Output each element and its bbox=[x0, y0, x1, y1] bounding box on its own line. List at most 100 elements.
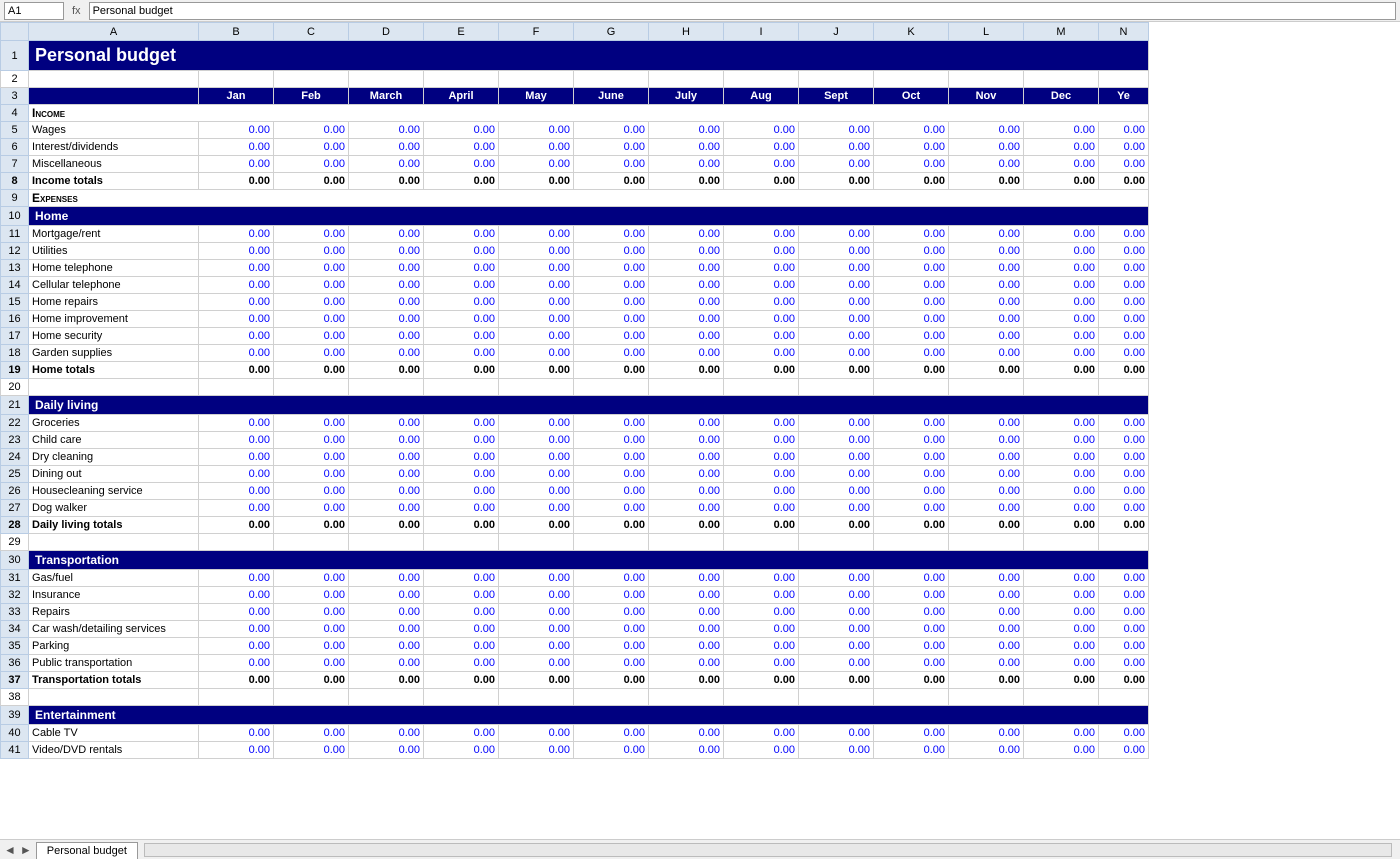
cell-total-value[interactable]: 0.00 bbox=[424, 517, 499, 534]
cell-total-value[interactable]: 0.00 bbox=[1024, 173, 1099, 190]
cell-value[interactable]: 0.00 bbox=[274, 742, 349, 759]
cell-value[interactable]: 0.00 bbox=[949, 277, 1024, 294]
cell-value[interactable]: 0.00 bbox=[724, 226, 799, 243]
cell-value[interactable]: 0.00 bbox=[874, 345, 949, 362]
cell-value[interactable]: 0.00 bbox=[499, 483, 574, 500]
cell-value[interactable]: 0.00 bbox=[1099, 725, 1149, 742]
cell-value[interactable]: 0.00 bbox=[349, 243, 424, 260]
cell-value[interactable]: 0.00 bbox=[499, 345, 574, 362]
cell-value[interactable]: 0.00 bbox=[199, 500, 274, 517]
cell-total-value[interactable]: 0.00 bbox=[199, 362, 274, 379]
cell-value[interactable]: 0.00 bbox=[199, 621, 274, 638]
cell-value[interactable]: 0.00 bbox=[799, 226, 874, 243]
cell-total-value[interactable]: 0.00 bbox=[199, 517, 274, 534]
cell-value[interactable]: 0.00 bbox=[724, 139, 799, 156]
cell-total-value[interactable]: 0.00 bbox=[1099, 672, 1149, 689]
cell-value[interactable]: 0.00 bbox=[274, 500, 349, 517]
cell-total-value[interactable]: 0.00 bbox=[1099, 173, 1149, 190]
cell-value[interactable]: 0.00 bbox=[574, 226, 649, 243]
cell-value[interactable]: 0.00 bbox=[649, 294, 724, 311]
cell-reference[interactable] bbox=[4, 2, 64, 20]
cell-value[interactable]: 0.00 bbox=[499, 500, 574, 517]
cell-value[interactable]: 0.00 bbox=[349, 638, 424, 655]
cell-value[interactable]: 0.00 bbox=[874, 243, 949, 260]
cell-value[interactable]: 0.00 bbox=[874, 139, 949, 156]
cell-value[interactable]: 0.00 bbox=[499, 655, 574, 672]
cell-value[interactable]: 0.00 bbox=[199, 122, 274, 139]
cell-value[interactable]: 0.00 bbox=[199, 311, 274, 328]
cell-value[interactable]: 0.00 bbox=[574, 638, 649, 655]
cell-value[interactable]: 0.00 bbox=[649, 449, 724, 466]
cell-value[interactable]: 0.00 bbox=[724, 621, 799, 638]
cell-value[interactable]: 0.00 bbox=[199, 655, 274, 672]
cell-value[interactable]: 0.00 bbox=[949, 655, 1024, 672]
cell-value[interactable]: 0.00 bbox=[649, 655, 724, 672]
cell-value[interactable]: 0.00 bbox=[1024, 587, 1099, 604]
cell-value[interactable]: 0.00 bbox=[499, 604, 574, 621]
cell-value[interactable]: 0.00 bbox=[424, 466, 499, 483]
cell-value[interactable]: 0.00 bbox=[799, 243, 874, 260]
cell-value[interactable]: 0.00 bbox=[1099, 604, 1149, 621]
cell-value[interactable]: 0.00 bbox=[949, 570, 1024, 587]
cell-value[interactable]: 0.00 bbox=[574, 449, 649, 466]
cell-value[interactable]: 0.00 bbox=[799, 604, 874, 621]
cell-value[interactable]: 0.00 bbox=[499, 466, 574, 483]
cell-value[interactable]: 0.00 bbox=[949, 483, 1024, 500]
cell-value[interactable]: 0.00 bbox=[199, 328, 274, 345]
cell-value[interactable]: 0.00 bbox=[424, 638, 499, 655]
cell-value[interactable]: 0.00 bbox=[874, 226, 949, 243]
cell-value[interactable]: 0.00 bbox=[424, 449, 499, 466]
cell-value[interactable]: 0.00 bbox=[949, 466, 1024, 483]
cell-value[interactable]: 0.00 bbox=[649, 604, 724, 621]
cell-value[interactable]: 0.00 bbox=[349, 122, 424, 139]
cell-value[interactable]: 0.00 bbox=[724, 638, 799, 655]
cell-total-value[interactable]: 0.00 bbox=[1099, 362, 1149, 379]
cell-value[interactable]: 0.00 bbox=[349, 500, 424, 517]
cell-value[interactable]: 0.00 bbox=[274, 226, 349, 243]
cell-value[interactable]: 0.00 bbox=[724, 742, 799, 759]
cell-value[interactable]: 0.00 bbox=[949, 260, 1024, 277]
cell-value[interactable]: 0.00 bbox=[649, 500, 724, 517]
cell-value[interactable]: 0.00 bbox=[274, 139, 349, 156]
cell-value[interactable]: 0.00 bbox=[874, 432, 949, 449]
cell-value[interactable]: 0.00 bbox=[724, 122, 799, 139]
cell-value[interactable]: 0.00 bbox=[799, 655, 874, 672]
cell-value[interactable]: 0.00 bbox=[274, 604, 349, 621]
cell-value[interactable]: 0.00 bbox=[1024, 638, 1099, 655]
cell-value[interactable]: 0.00 bbox=[574, 742, 649, 759]
cell-value[interactable]: 0.00 bbox=[949, 604, 1024, 621]
cell-total-value[interactable]: 0.00 bbox=[199, 672, 274, 689]
cell-value[interactable]: 0.00 bbox=[799, 725, 874, 742]
cell-value[interactable]: 0.00 bbox=[874, 466, 949, 483]
cell-value[interactable]: 0.00 bbox=[799, 122, 874, 139]
horizontal-scrollbar[interactable] bbox=[144, 843, 1392, 857]
cell-value[interactable]: 0.00 bbox=[799, 500, 874, 517]
cell-value[interactable]: 0.00 bbox=[199, 570, 274, 587]
cell-value[interactable]: 0.00 bbox=[874, 449, 949, 466]
cell-value[interactable]: 0.00 bbox=[874, 604, 949, 621]
cell-value[interactable]: 0.00 bbox=[349, 432, 424, 449]
cell-total-value[interactable]: 0.00 bbox=[424, 173, 499, 190]
cell-value[interactable]: 0.00 bbox=[649, 260, 724, 277]
nav-next-icon[interactable]: ► bbox=[20, 843, 32, 857]
cell-value[interactable]: 0.00 bbox=[799, 260, 874, 277]
cell-value[interactable]: 0.00 bbox=[424, 345, 499, 362]
cell-value[interactable]: 0.00 bbox=[424, 277, 499, 294]
cell-value[interactable]: 0.00 bbox=[499, 260, 574, 277]
cell-value[interactable]: 0.00 bbox=[724, 655, 799, 672]
cell-value[interactable]: 0.00 bbox=[199, 345, 274, 362]
cell-value[interactable]: 0.00 bbox=[424, 156, 499, 173]
cell-value[interactable]: 0.00 bbox=[274, 311, 349, 328]
cell-value[interactable]: 0.00 bbox=[199, 294, 274, 311]
cell-total-value[interactable]: 0.00 bbox=[1099, 517, 1149, 534]
cell-value[interactable]: 0.00 bbox=[1024, 139, 1099, 156]
cell-value[interactable]: 0.00 bbox=[724, 432, 799, 449]
cell-value[interactable]: 0.00 bbox=[199, 638, 274, 655]
cell-value[interactable]: 0.00 bbox=[724, 243, 799, 260]
cell-total-value[interactable]: 0.00 bbox=[424, 362, 499, 379]
cell-total-value[interactable]: 0.00 bbox=[724, 517, 799, 534]
cell-value[interactable]: 0.00 bbox=[199, 226, 274, 243]
cell-value[interactable]: 0.00 bbox=[574, 483, 649, 500]
sheet-tab-personal-budget[interactable]: Personal budget bbox=[36, 842, 138, 859]
cell-value[interactable]: 0.00 bbox=[949, 328, 1024, 345]
